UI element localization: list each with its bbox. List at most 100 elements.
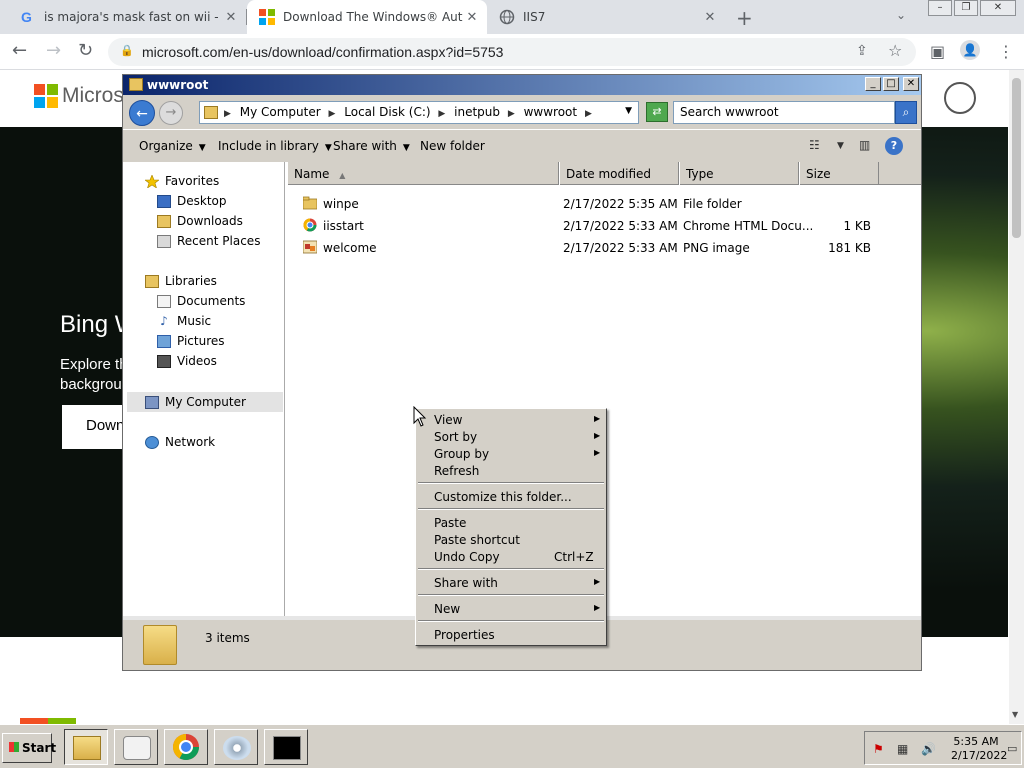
nav-downloads[interactable]: Downloads [157, 212, 243, 230]
chevron-right-icon[interactable]: ▶ [438, 109, 445, 119]
reload-icon[interactable]: ↻ [78, 40, 93, 61]
menu-item-paste[interactable]: Paste [418, 514, 604, 531]
breadcrumb-inetpub[interactable]: inetpub [454, 105, 500, 119]
file-date: 2/17/2022 5:33 AM [563, 219, 678, 233]
menu-label: Customize this folder... [434, 490, 572, 504]
taskbar-disc-tool[interactable] [214, 729, 258, 765]
nav-recent-places[interactable]: Recent Places [157, 232, 260, 250]
chevron-right-icon[interactable]: ▶ [508, 109, 515, 119]
taskbar-explorer[interactable] [64, 729, 108, 765]
close-tab-icon[interactable]: ✕ [701, 10, 719, 25]
explorer-title-bar[interactable]: wwwroot _ □ ✕ [123, 75, 921, 95]
preview-pane-icon[interactable]: ▥ [859, 138, 870, 152]
file-date: 2/17/2022 5:33 AM [563, 241, 678, 255]
refresh-icon[interactable]: ⇄ [646, 102, 668, 122]
breadcrumb-local-disk[interactable]: Local Disk (C:) [344, 105, 430, 119]
side-panel-icon[interactable]: ▣ [930, 42, 945, 61]
network-warning-icon[interactable]: ⚑ [873, 742, 884, 756]
file-row-welcome[interactable]: welcome 2/17/2022 5:33 AM PNG image 181 … [287, 238, 921, 258]
menu-item-customize-folder[interactable]: Customize this folder... [418, 488, 604, 505]
start-button[interactable]: Start [2, 733, 56, 763]
menu-item-refresh[interactable]: Refresh [418, 462, 604, 479]
taskbar-command-prompt[interactable] [264, 729, 308, 765]
minimize-icon[interactable]: _ [865, 77, 881, 91]
menu-item-properties[interactable]: Properties [418, 626, 604, 643]
nav-network[interactable]: Network [145, 433, 215, 451]
nav-label: Recent Places [177, 234, 261, 248]
taskbar-media-player[interactable] [114, 729, 158, 765]
profile-avatar-icon[interactable]: 👤 [960, 40, 980, 60]
forward-arrow-icon[interactable]: → [46, 40, 61, 61]
nav-videos[interactable]: Videos [157, 352, 217, 370]
forward-arrow-icon[interactable]: → [159, 101, 183, 125]
back-arrow-icon[interactable]: ← [12, 40, 27, 61]
search-icon[interactable]: ⌕ [895, 101, 917, 124]
help-icon[interactable]: ? [885, 137, 903, 155]
volume-icon[interactable]: 🔊 [921, 742, 936, 756]
breadcrumb-wwwroot[interactable]: wwwroot [524, 105, 578, 119]
view-options-icon[interactable]: ☷ [809, 138, 820, 152]
chevron-right-icon[interactable]: ▶ [224, 109, 231, 119]
column-header-type[interactable]: Type [679, 162, 799, 185]
chevron-down-icon[interactable]: ▼ [837, 141, 844, 151]
account-icon[interactable] [944, 82, 976, 114]
minimize-window-icon[interactable]: – [928, 0, 952, 16]
file-row-iisstart[interactable]: iisstart 2/17/2022 5:33 AM Chrome HTML D… [287, 216, 921, 236]
scroll-down-icon[interactable]: ▼ [1012, 710, 1018, 719]
share-with-button[interactable]: Share with ▼ [333, 139, 410, 153]
tab-iis7[interactable]: IIS7 ✕ [487, 0, 725, 34]
chevron-right-icon[interactable]: ▶ [329, 109, 336, 119]
menu-item-share-with[interactable]: Share with ▶ [418, 574, 604, 591]
nav-my-computer[interactable]: My Computer [145, 393, 246, 411]
disc-icon [223, 736, 251, 760]
nav-pictures[interactable]: Pictures [157, 332, 225, 350]
clock[interactable]: 5:35 AM 2/17/2022 [951, 735, 1007, 763]
kebab-menu-icon[interactable]: ⋮ [998, 42, 1014, 61]
maximize-icon[interactable]: □ [883, 77, 899, 91]
column-header-name[interactable]: Name ▲ [287, 162, 559, 185]
file-row-winpe[interactable]: winpe 2/17/2022 5:35 AM File folder [287, 194, 921, 214]
taskbar-chrome[interactable] [164, 729, 208, 765]
organize-button[interactable]: Organize ▼ [139, 139, 206, 153]
nav-favorites[interactable]: Favorites [145, 172, 219, 190]
chevron-down-icon[interactable]: ▼ [625, 106, 632, 116]
close-tab-icon[interactable]: ✕ [222, 10, 240, 25]
restore-window-icon[interactable]: ❐ [954, 0, 978, 16]
menu-label: Group by [434, 447, 490, 461]
breadcrumb-bar[interactable]: ▶ My Computer ▶ Local Disk (C:) ▶ inetpu… [199, 101, 639, 124]
close-icon[interactable]: ✕ [903, 77, 919, 91]
close-window-icon[interactable]: ✕ [980, 0, 1016, 16]
menu-item-sort-by[interactable]: Sort by ▶ [418, 428, 604, 445]
scrollbar-thumb[interactable] [1012, 78, 1021, 238]
nav-music[interactable]: ♪ Music [157, 312, 211, 330]
new-tab-button[interactable]: + [736, 6, 753, 30]
menu-item-undo-copy[interactable]: Undo Copy Ctrl+Z [418, 548, 604, 565]
bookmark-star-icon[interactable]: ☆ [888, 41, 902, 60]
breadcrumb-my-computer[interactable]: My Computer [240, 105, 321, 119]
back-arrow-icon[interactable]: ← [129, 100, 155, 126]
microsoft-logo-icon[interactable] [34, 84, 58, 108]
tab-microsoft-download[interactable]: Download The Windows® Automati ✕ [247, 0, 487, 34]
page-scrollbar[interactable]: ▼ [1009, 70, 1024, 724]
tab-search-chevron-icon[interactable]: ⌄ [896, 8, 906, 22]
nav-documents[interactable]: Documents [157, 292, 245, 310]
menu-item-paste-shortcut[interactable]: Paste shortcut [418, 531, 604, 548]
search-input[interactable]: Search wwwroot [673, 101, 895, 124]
tab-google-search[interactable]: G is majora's mask fast on wii - Google … [8, 0, 246, 34]
close-tab-icon[interactable]: ✕ [463, 10, 481, 25]
menu-item-group-by[interactable]: Group by ▶ [418, 445, 604, 462]
column-header-date-modified[interactable]: Date modified [559, 162, 679, 185]
new-folder-button[interactable]: New folder [420, 139, 485, 153]
show-desktop-icon[interactable]: ▭ [1007, 742, 1017, 755]
chevron-right-icon[interactable]: ▶ [585, 109, 592, 119]
music-icon: ♪ [160, 313, 168, 328]
nav-libraries[interactable]: Libraries [145, 272, 217, 290]
include-in-library-button[interactable]: Include in library ▼ [218, 139, 332, 153]
menu-item-new[interactable]: New ▶ [418, 600, 604, 617]
column-header-size[interactable]: Size [799, 162, 879, 185]
share-icon[interactable]: ⇪ [856, 43, 868, 59]
address-bar[interactable]: 🔒 microsoft.com/en-us/download/confirmat… [108, 38, 916, 66]
menu-item-view[interactable]: View ▶ [418, 411, 604, 428]
network-icon[interactable]: ▦ [897, 742, 908, 756]
nav-desktop[interactable]: Desktop [157, 192, 227, 210]
